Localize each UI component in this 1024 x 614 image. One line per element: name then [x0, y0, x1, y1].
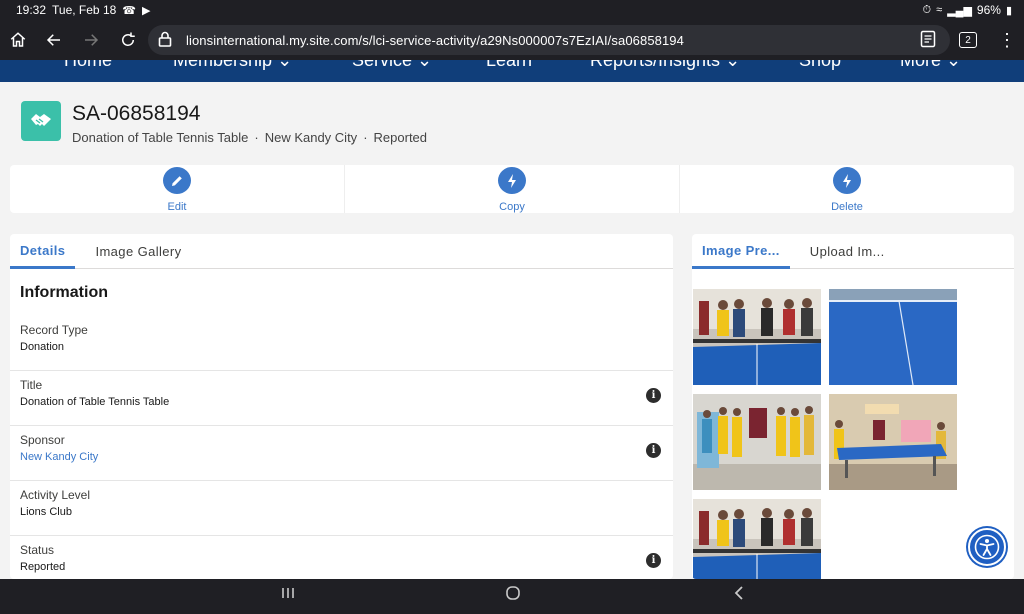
whatsapp-icon: ☎	[122, 4, 136, 17]
nav-home[interactable]: Home	[64, 60, 112, 71]
nav-service-label: Service	[352, 60, 413, 70]
accessibility-button[interactable]	[968, 528, 1006, 566]
delete-button[interactable]: Delete	[679, 165, 1014, 213]
alarm-icon: ⏱	[922, 3, 932, 16]
field-label: Status	[20, 543, 55, 557]
field-value: Reported	[20, 561, 66, 573]
lock-icon	[158, 31, 178, 50]
edit-button[interactable]: Edit	[10, 165, 344, 213]
youtube-icon: ▶	[142, 4, 151, 17]
image-preview-panel: Image Pre... Upload Im...	[692, 234, 1014, 579]
image-tabs: Image Pre... Upload Im...	[692, 234, 1014, 269]
nav-learn[interactable]: Learn	[486, 60, 532, 71]
page-title: SA-06858194	[72, 102, 201, 125]
delete-label: Delete	[831, 201, 863, 213]
android-status-bar: 19:32 Tue, Feb 18 ☎ ▶ ⏱ ≈ ▂▄▆ 96% ▮	[0, 0, 1024, 20]
browser-toolbar: lionsinternational.my.site.com/s/lci-ser…	[0, 20, 1024, 60]
back-arrow-icon[interactable]	[36, 22, 72, 58]
image-thumbnail[interactable]	[829, 289, 957, 385]
overflow-menu-icon[interactable]: ⋮	[998, 28, 1016, 52]
field-label: Sponsor	[20, 433, 65, 447]
tab-switcher-button[interactable]: 2	[959, 32, 977, 48]
copy-label: Copy	[499, 201, 525, 213]
image-thumbnail[interactable]	[693, 499, 821, 579]
tab-image-preview[interactable]: Image Pre...	[692, 234, 790, 269]
forward-arrow-icon[interactable]	[73, 22, 109, 58]
battery-icon: ▮	[1005, 4, 1012, 17]
field-sponsor: Sponsor New Kandy City i	[10, 425, 673, 481]
pencil-icon	[163, 167, 191, 194]
info-icon[interactable]: i	[646, 388, 661, 403]
field-value: Donation of Table Tennis Table	[20, 396, 170, 408]
nav-reports-label: Reports/Insights	[590, 60, 721, 70]
nav-shop[interactable]: Shop	[799, 60, 841, 71]
chevron-down-icon: ⌄	[725, 60, 741, 70]
tab-upload-image[interactable]: Upload Im...	[800, 234, 895, 269]
nav-membership-label: Membership	[173, 60, 273, 70]
chevron-down-icon: ⌄	[946, 60, 962, 70]
info-icon[interactable]: i	[646, 443, 661, 458]
accessibility-icon	[974, 534, 1000, 560]
copy-button[interactable]: Copy	[344, 165, 679, 213]
chevron-down-icon: ⌄	[417, 60, 433, 70]
battery-percent: 96%	[976, 3, 1001, 17]
handshake-icon	[21, 101, 61, 141]
field-label: Activity Level	[20, 488, 91, 502]
nav-membership[interactable]: Membership ⌄	[173, 60, 292, 71]
nav-service[interactable]: Service ⌄	[352, 60, 432, 71]
record-header: SA-06858194 Donation of Table Tennis Tab…	[0, 82, 1024, 160]
field-value: Donation	[20, 341, 65, 353]
field-label: Record Type	[20, 323, 88, 337]
details-panel: Details Image Gallery Information Record…	[10, 234, 673, 579]
site-nav: Home Membership ⌄ Service ⌄ Learn Report…	[0, 60, 1024, 82]
chevron-down-icon: ⌄	[277, 60, 293, 70]
field-title: Title Donation of Table Tennis Table i	[10, 370, 673, 426]
field-record-type: Record Type Donation	[10, 315, 673, 371]
recent-apps-icon[interactable]	[280, 585, 296, 606]
nav-reports[interactable]: Reports/Insights ⌄	[590, 60, 740, 71]
edit-label: Edit	[167, 201, 187, 213]
field-value: Lions Club	[20, 506, 72, 518]
status-date: Tue, Feb 18	[52, 3, 117, 17]
sponsor-link[interactable]: New Kandy City	[20, 451, 98, 463]
image-thumbnail[interactable]	[693, 394, 821, 490]
wifi-icon: ≈	[936, 4, 943, 16]
status-time: 19:32	[16, 3, 47, 17]
lightning-icon	[833, 167, 861, 194]
subtitle-club: New Kandy City	[264, 130, 358, 145]
section-title: Information	[20, 284, 108, 301]
subtitle-activity: Donation of Table Tennis Table	[72, 130, 249, 145]
image-thumbnail[interactable]	[693, 289, 821, 385]
field-status: Status Reported i	[10, 535, 673, 579]
field-activity-level: Activity Level Lions Club	[10, 480, 673, 536]
image-thumbnail[interactable]	[829, 394, 957, 490]
field-label: Title	[20, 378, 43, 392]
address-bar[interactable]: lionsinternational.my.site.com/s/lci-ser…	[148, 25, 950, 55]
back-chevron-icon[interactable]	[731, 585, 747, 606]
home-icon[interactable]	[0, 22, 36, 58]
nav-more[interactable]: More ⌄	[900, 60, 961, 71]
home-circle-icon[interactable]	[505, 585, 521, 606]
signal-icon: ▂▄▆	[947, 4, 972, 17]
record-subtitle: Donation of Table Tennis Table · New Kandy…	[72, 130, 428, 145]
url-text: lionsinternational.my.site.com/s/lci-ser…	[186, 32, 684, 48]
record-actions-bar: Edit Copy Delete	[10, 165, 1014, 213]
details-tabs: Details Image Gallery	[10, 234, 673, 269]
reload-icon[interactable]	[110, 22, 146, 58]
tab-details[interactable]: Details	[10, 234, 76, 269]
reader-mode-icon[interactable]	[920, 30, 936, 53]
subtitle-status: Reported	[373, 130, 428, 145]
info-icon[interactable]: i	[646, 553, 661, 568]
lightning-icon	[498, 167, 526, 194]
tab-image-gallery[interactable]: Image Gallery	[85, 234, 191, 269]
nav-more-label: More	[900, 60, 942, 70]
android-nav-bar	[0, 579, 1024, 614]
